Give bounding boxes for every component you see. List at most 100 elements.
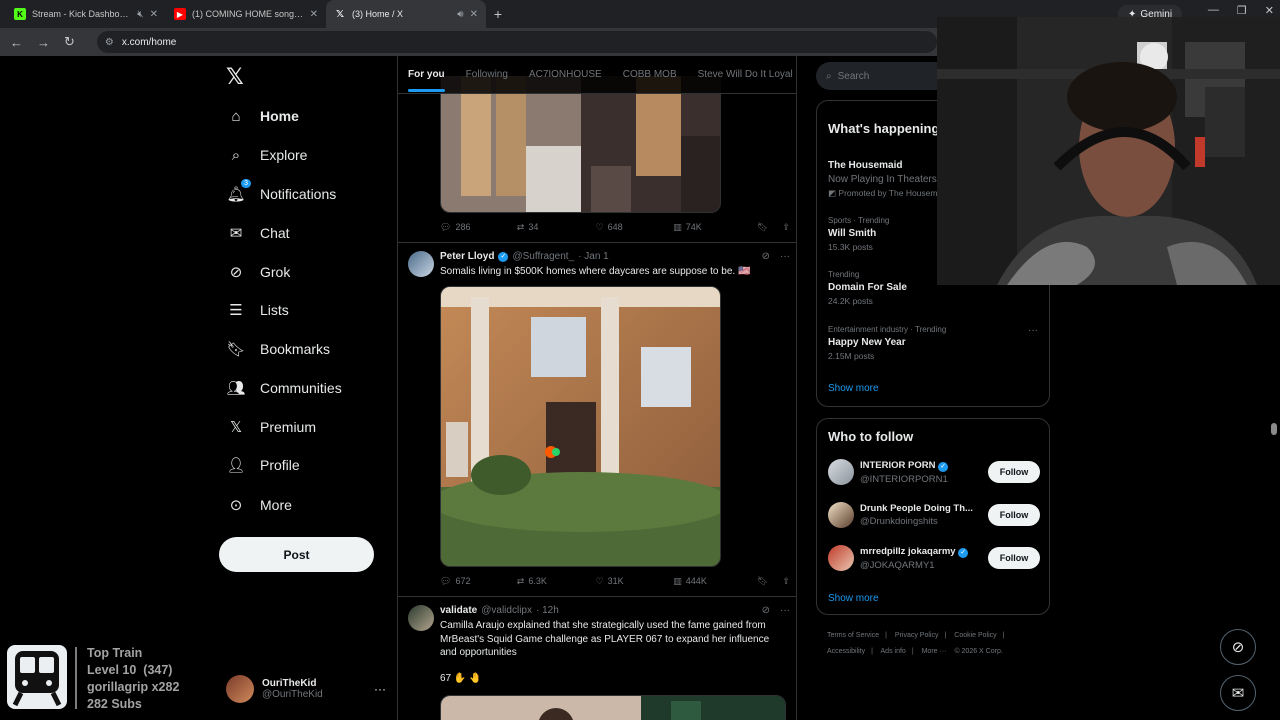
reply-button[interactable]: 💬︎ 286 xyxy=(440,222,517,233)
timeline: For you Following AC7IONHOUSE COBB MOB S… xyxy=(397,56,797,720)
follow-suggestion[interactable]: INTERIOR PORN ✓ @INTERIORPORN1 Follow xyxy=(828,457,1040,487)
section-title: Who to follow xyxy=(828,429,914,444)
tweet-media[interactable] xyxy=(440,695,786,720)
tab-cobb-mob[interactable]: COBB MOB xyxy=(623,69,677,80)
more-dots-icon[interactable]: ··· xyxy=(1028,325,1038,336)
nav-item-communities[interactable]: 👥︎ Communities xyxy=(226,373,341,403)
overlay-top-gifter: gorillagrip x282 xyxy=(87,680,180,694)
analytics-icon: ▥ xyxy=(673,575,682,586)
tab-title: Stream - Kick Dashboard xyxy=(32,9,132,19)
follow-suggestion[interactable]: Drunk People Doing Th... @Drunkdoingshit… xyxy=(828,500,1040,530)
views-button[interactable]: ▥ 444K xyxy=(673,576,757,587)
close-tab-icon[interactable]: ✕ xyxy=(310,9,318,20)
restore-icon[interactable]: ❐ xyxy=(1237,4,1247,17)
repost-button[interactable]: ⇄ 34 xyxy=(517,222,596,233)
close-tab-icon[interactable]: ✕ xyxy=(470,9,478,20)
tweet-actions: 💬︎ 672 ⇄ 6.3K ♡ 31K ▥ 444K 🔖︎ ⇪ xyxy=(440,574,790,588)
nav-item-chat[interactable]: ✉ Chat xyxy=(226,218,290,248)
bookmark-icon[interactable]: 🔖︎ xyxy=(757,222,768,233)
tweet-time[interactable]: · 12h xyxy=(536,605,559,616)
nav-item-profile[interactable]: 👤︎ Profile xyxy=(226,450,299,480)
nav-item-explore[interactable]: ⌕ Explore xyxy=(226,140,308,170)
avatar[interactable] xyxy=(408,605,434,631)
footer-sep: | xyxy=(871,648,873,655)
nav-item-home[interactable]: ⌂ Home xyxy=(226,101,298,131)
mute-icon[interactable]: 🔇︎ xyxy=(137,9,143,20)
avatar xyxy=(828,545,854,571)
views-button[interactable]: ▥ 74K xyxy=(673,222,757,233)
nav-item-bookmarks[interactable]: 🔖︎ Bookmarks xyxy=(226,334,330,364)
tweet-text: Camilla Araujo explained that she strate… xyxy=(440,620,770,658)
more-dots-icon[interactable]: ··· xyxy=(780,251,790,262)
author-name[interactable]: Peter Lloyd xyxy=(440,251,494,262)
browser-tab-kick[interactable]: K Stream - Kick Dashboard 🔇︎ ✕ xyxy=(6,0,166,28)
back-icon[interactable]: ← xyxy=(10,35,23,50)
follow-button[interactable]: Follow xyxy=(988,504,1040,526)
author-handle[interactable]: @validclipx xyxy=(481,605,532,616)
grok-icon: ⊘ xyxy=(229,264,243,281)
url-field[interactable]: ⚙ x.com/home xyxy=(96,31,937,53)
bell-icon: 🔔︎ 3 xyxy=(226,179,251,203)
share-icon[interactable]: ⇪ xyxy=(782,222,790,233)
tweet-time[interactable]: · Jan 1 xyxy=(578,251,609,262)
scrollbar-thumb[interactable] xyxy=(1271,423,1277,435)
notification-badge: 3 xyxy=(241,179,251,188)
tweet-header: Peter Lloyd ✓ @Suffragent_ · Jan 1 ⊘ ··· xyxy=(440,251,790,262)
nav-item-premium[interactable]: 𝕏 Premium xyxy=(226,412,316,442)
footer-cookie[interactable]: Cookie Policy xyxy=(954,632,996,639)
tweet-media[interactable] xyxy=(440,76,721,213)
tab-steve-will-do-it-loyal[interactable]: Steve Will Do It Loyal xyxy=(698,69,793,80)
author-handle[interactable]: @Suffragent_ xyxy=(512,251,574,262)
footer-more[interactable]: More ··· xyxy=(922,648,947,655)
footer-privacy[interactable]: Privacy Policy xyxy=(895,632,939,639)
follow-button[interactable]: Follow xyxy=(988,461,1040,483)
bookmark-icon[interactable]: 🔖︎ xyxy=(757,576,768,587)
post-button[interactable]: Post xyxy=(219,537,374,572)
grok-icon[interactable]: ⊘ xyxy=(762,605,770,616)
trend-category: Entertainment industry · Trending xyxy=(828,325,947,334)
show-more-link[interactable]: Show more xyxy=(828,593,879,604)
like-button[interactable]: ♡ 648 xyxy=(596,222,674,233)
follow-suggestion[interactable]: mrredpillz jokaqarmy ✓ @JOKAQARMY1 Follo… xyxy=(828,543,1040,573)
show-more-link[interactable]: Show more xyxy=(828,383,879,394)
account-switcher[interactable]: OuriTheKid @OuriTheKid ··· xyxy=(226,674,386,704)
speaker-icon[interactable]: 🔊︎ xyxy=(457,9,463,20)
grok-icon[interactable]: ⊘ xyxy=(762,251,770,262)
new-tab-button[interactable]: + xyxy=(486,6,510,22)
webcam-overlay xyxy=(937,17,1280,285)
close-window-icon[interactable]: ✕ xyxy=(1265,4,1274,17)
nav-item-lists[interactable]: ☰ Lists xyxy=(226,295,289,325)
follow-button[interactable]: Follow xyxy=(988,547,1040,569)
tab-for-you[interactable]: For you xyxy=(408,69,445,92)
nav-item-grok[interactable]: ⊘ Grok xyxy=(226,257,291,287)
tab-following[interactable]: Following xyxy=(466,69,508,80)
close-tab-icon[interactable]: ✕ xyxy=(150,9,158,20)
search-placeholder: Search xyxy=(837,70,870,82)
author-name[interactable]: validate xyxy=(440,605,477,616)
avatar[interactable] xyxy=(408,251,434,277)
like-button[interactable]: ♡ 31K xyxy=(596,576,674,587)
minimize-icon[interactable]: — xyxy=(1208,4,1219,17)
nav-item-more[interactable]: ⊙ More xyxy=(226,490,292,520)
forward-icon[interactable]: → xyxy=(37,35,50,50)
share-icon[interactable]: ⇪ xyxy=(782,576,790,587)
browser-tab-youtube[interactable]: ▶ (1) COMING HOME song - YouTube ✕ xyxy=(166,0,326,28)
more-dots-icon[interactable]: ··· xyxy=(780,605,790,616)
tab-ac7ionhouse[interactable]: AC7IONHOUSE xyxy=(529,69,602,80)
footer-ads-info[interactable]: Ads info xyxy=(881,648,906,655)
x-logo-icon[interactable]: 𝕏 xyxy=(226,64,244,90)
nav-item-notifications[interactable]: 🔔︎ 3 Notifications xyxy=(226,179,336,209)
browser-tab-x[interactable]: 𝕏 (3) Home / X 🔊︎ ✕ xyxy=(326,0,486,28)
suggestion-handle: @INTERIORPORN1 xyxy=(860,473,948,485)
reload-icon[interactable]: ↻ xyxy=(64,34,75,50)
overlay-sub-count: 282 Subs xyxy=(87,697,142,711)
site-info-icon[interactable]: ⚙ xyxy=(105,37,114,48)
footer-accessibility[interactable]: Accessibility xyxy=(827,648,865,655)
footer-terms[interactable]: Terms of Service xyxy=(827,632,879,639)
trend-item[interactable]: Entertainment industry · Trending Happy … xyxy=(828,325,1038,361)
messages-float-button[interactable]: ✉ xyxy=(1220,675,1256,711)
grok-float-button[interactable]: ⊘ xyxy=(1220,629,1256,665)
tweet-media[interactable] xyxy=(440,286,721,567)
reply-button[interactable]: 💬︎ 672 xyxy=(440,576,517,587)
repost-button[interactable]: ⇄ 6.3K xyxy=(517,576,596,587)
